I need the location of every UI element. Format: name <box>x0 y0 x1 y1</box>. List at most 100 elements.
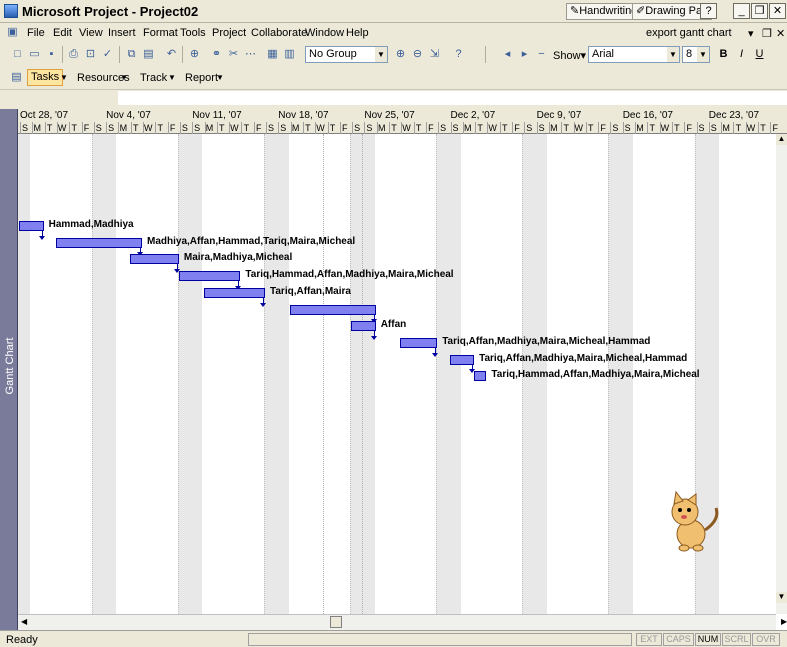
menu-window[interactable]: Window <box>305 27 344 39</box>
gantt-task-bar[interactable] <box>449 354 475 365</box>
timescale-day-label: F <box>684 122 693 134</box>
timescale-day-label: T <box>327 122 337 134</box>
gantt-task-bar[interactable] <box>400 337 438 348</box>
show-hide-minus-icon[interactable]: − <box>534 47 549 62</box>
menu-view[interactable]: View <box>79 27 103 39</box>
standard-toolbar: □ ▭ ▪ ⎙ ⊡ ✓ ⧉ ▤ ↶ ⊕ ⚭ ✂ ⋯ ▦ ▥ No Group ▼ … <box>0 43 787 66</box>
status-ext: EXT <box>636 633 662 646</box>
timescale-day-label: S <box>622 122 631 134</box>
print-icon[interactable]: ⎙ <box>66 47 81 62</box>
paste-icon[interactable]: ▤ <box>141 47 156 62</box>
copy-icon[interactable]: ⧉ <box>124 47 139 62</box>
menu-help[interactable]: Help <box>346 27 369 39</box>
timescale-day-label: T <box>44 122 54 134</box>
view-bar-label: Gantt Chart <box>4 337 16 395</box>
gantt-task-bar[interactable] <box>55 237 142 248</box>
chevron-down-icon[interactable]: ▼ <box>168 73 176 82</box>
timescale-day-label: F <box>339 122 349 134</box>
timescale-week-label: Dec 23, '07 <box>708 110 760 121</box>
split-task-icon[interactable]: ⋯ <box>243 47 258 62</box>
status-panel <box>248 633 632 646</box>
weekend-shading <box>436 134 461 614</box>
menu-tools[interactable]: Tools <box>180 27 206 39</box>
minimize-icon[interactable]: _ <box>733 3 750 19</box>
document-menu-icon[interactable]: ▣ <box>5 25 20 40</box>
italic-button[interactable]: I <box>734 47 749 62</box>
menu-project[interactable]: Project <box>212 27 246 39</box>
guide-toggle-icon[interactable]: ▤ <box>9 70 24 85</box>
timescale-day-label: M <box>118 122 128 134</box>
timescale-day-label: T <box>561 122 570 134</box>
gantt-task-bar[interactable] <box>203 287 265 298</box>
chevron-down-icon[interactable]: ▼ <box>120 73 128 82</box>
office-assistant-cat-icon[interactable] <box>658 490 724 552</box>
underline-button[interactable]: U <box>752 47 767 62</box>
task-info-icon[interactable]: ▦ <box>265 47 280 62</box>
open-icon[interactable]: ▭ <box>27 47 42 62</box>
zoom-in-icon[interactable]: ⊕ <box>393 47 408 62</box>
timescale-day-label: T <box>671 122 681 134</box>
menu-file[interactable]: File <box>27 27 45 39</box>
hyperlink-icon[interactable]: ⊕ <box>187 47 202 62</box>
vertical-scrollbar[interactable]: ▲ ▼ <box>776 134 787 614</box>
horizontal-scrollbar[interactable]: ◀ ▶ <box>18 614 787 630</box>
restore-icon[interactable]: ❐ <box>762 27 772 40</box>
menu-insert[interactable]: Insert <box>108 27 136 39</box>
link-tasks-icon[interactable]: ⚭ <box>209 47 224 62</box>
help-button[interactable]: ? <box>700 3 717 19</box>
scroll-to-task-icon[interactable]: ⇲ <box>427 47 442 62</box>
gantt-task-bar[interactable] <box>474 371 487 382</box>
menu-format[interactable]: Format <box>143 27 178 39</box>
font-size-select[interactable]: 8 ▼ <box>682 46 710 63</box>
menu-collaborate[interactable]: Collaborate <box>251 27 307 39</box>
scroll-down-icon[interactable]: ▼ <box>776 592 787 603</box>
gantt-task-bar[interactable] <box>19 221 44 231</box>
track-button[interactable]: Track <box>140 72 167 84</box>
chevron-down-icon[interactable]: ▾ <box>748 27 754 40</box>
timescale-day-label: M <box>721 122 730 134</box>
gantt-task-bar[interactable] <box>351 321 376 332</box>
scroll-thumb[interactable] <box>330 616 342 628</box>
timescale-day-label: W <box>745 122 756 134</box>
maximize-icon[interactable]: ❐ <box>751 3 768 19</box>
zoom-out-icon[interactable]: ⊖ <box>410 47 425 62</box>
timescale-day-label: W <box>659 122 670 134</box>
tasks-button[interactable]: Tasks <box>27 69 64 86</box>
save-icon[interactable]: ▪ <box>44 47 59 62</box>
scroll-left-icon[interactable]: ◀ <box>21 617 27 626</box>
entry-field[interactable] <box>118 91 787 105</box>
show-dropdown[interactable]: Show▾ <box>553 49 586 62</box>
new-icon[interactable]: □ <box>10 47 25 62</box>
gantt-task-bar[interactable] <box>129 254 179 265</box>
chevron-down-icon[interactable]: ▼ <box>60 73 68 82</box>
undo-icon[interactable]: ↶ <box>164 47 179 62</box>
notes-icon[interactable]: ▥ <box>282 47 297 62</box>
menu-edit[interactable]: Edit <box>53 27 72 39</box>
question-box[interactable]: export gantt chart <box>646 27 732 39</box>
handwriting-button[interactable]: ✎Handwriting <box>566 3 642 20</box>
print-preview-icon[interactable]: ⊡ <box>83 47 98 62</box>
timescale-week-label: Nov 18, '07 <box>278 110 329 121</box>
resource-names-label: Affan <box>380 319 407 331</box>
close-icon[interactable]: ✕ <box>769 3 786 19</box>
gantt-task-bar[interactable] <box>178 271 241 282</box>
spelling-icon[interactable]: ✓ <box>100 47 115 62</box>
outdent-icon[interactable]: ◂ <box>500 47 515 62</box>
scroll-right-icon[interactable]: ▶ <box>781 617 787 626</box>
timescale-day-label: T <box>585 122 595 134</box>
group-select[interactable]: No Group ▼ <box>305 46 388 63</box>
report-button[interactable]: Report <box>185 72 218 84</box>
pen-icon: ✎ <box>570 5 580 17</box>
timescale-day-label: W <box>143 122 153 134</box>
timescale-week-label: Dec 9, '07 <box>536 110 582 121</box>
help-icon[interactable]: ? <box>451 47 466 62</box>
bold-button[interactable]: B <box>716 47 731 62</box>
gantt-task-bar[interactable] <box>289 304 376 315</box>
chevron-down-icon[interactable]: ▼ <box>216 73 224 82</box>
status-caps: CAPS <box>663 633 694 646</box>
unlink-tasks-icon[interactable]: ✂ <box>226 47 241 62</box>
indent-icon[interactable]: ▸ <box>517 47 532 62</box>
close-doc-icon[interactable]: ✕ <box>776 27 785 40</box>
font-select[interactable]: Arial ▼ <box>588 46 680 63</box>
scroll-up-icon[interactable]: ▲ <box>776 134 787 145</box>
